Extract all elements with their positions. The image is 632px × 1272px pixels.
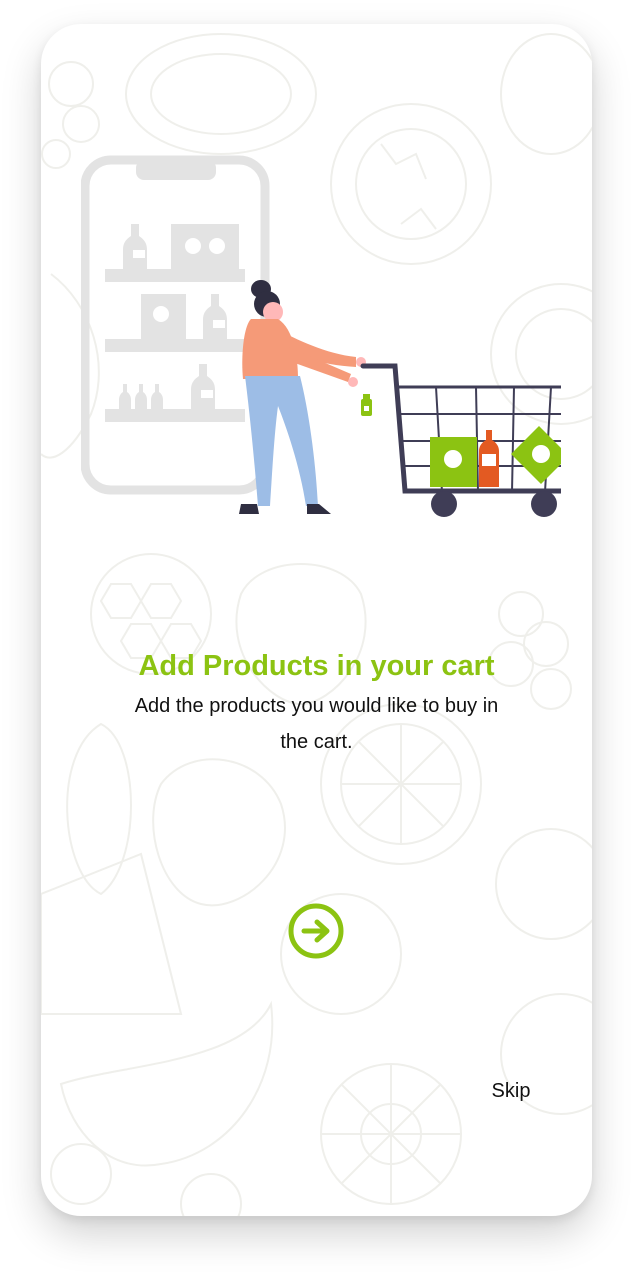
- shopper-figure: [239, 280, 372, 514]
- onboarding-title: Add Products in your cart: [138, 650, 495, 682]
- shopping-cart-illustration: [81, 155, 561, 517]
- shopping-cart-graphic: [360, 363, 561, 517]
- next-button[interactable]: [288, 903, 344, 959]
- onboarding-subtitle: Add the products you would like to buy i…: [134, 695, 499, 753]
- onboarding-screen: Add Products in your cart Add the produc…: [41, 24, 592, 1216]
- phone-shelf-graphic: [81, 155, 270, 495]
- arrow-right-circle-icon: [288, 903, 344, 959]
- skip-button[interactable]: Skip: [481, 1078, 541, 1104]
